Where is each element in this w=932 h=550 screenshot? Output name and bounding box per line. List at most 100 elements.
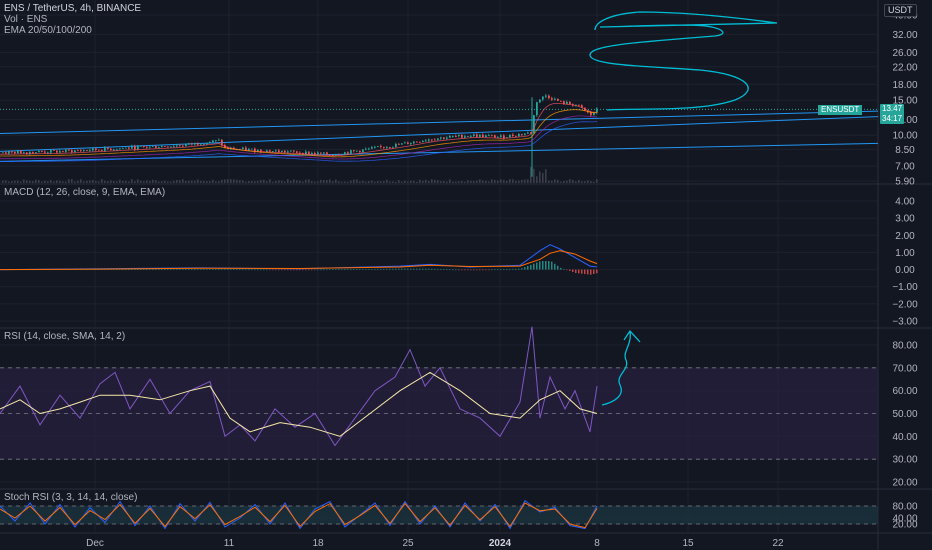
volume-bar xyxy=(203,180,205,183)
candle-body xyxy=(80,150,82,152)
symbol-title: ENS / TetherUS, 4h, BINANCE xyxy=(4,3,142,14)
candle-body xyxy=(131,146,133,149)
candle-body xyxy=(134,146,136,150)
candle-body xyxy=(182,145,184,147)
volume-bar xyxy=(485,180,487,183)
volume-bar xyxy=(554,179,556,183)
macd-histogram-bar xyxy=(428,268,430,270)
volume-bar xyxy=(266,181,268,183)
volume-bar xyxy=(209,181,211,183)
macd-histogram-bar xyxy=(395,268,397,270)
candle-body xyxy=(41,150,43,152)
candle-body xyxy=(104,147,106,151)
candle-body xyxy=(50,150,52,153)
volume-bar xyxy=(38,180,40,183)
macd-histogram-bar xyxy=(242,269,244,271)
volume-bar xyxy=(440,181,442,183)
macd-histogram-bar xyxy=(536,262,538,270)
volume-bar xyxy=(380,181,382,183)
candle-body xyxy=(71,150,73,153)
candle-body xyxy=(554,98,556,100)
macd-histogram-bar xyxy=(422,268,424,270)
macd-histogram-bar xyxy=(308,269,310,271)
candle-body xyxy=(119,148,121,150)
macd-histogram-bar xyxy=(524,267,526,270)
candle-body xyxy=(23,152,25,154)
macd-histogram-bar xyxy=(281,269,283,271)
volume-bar xyxy=(506,180,508,183)
macd-histogram-bar xyxy=(527,266,529,270)
rsi-title: RSI (14, close, SMA, 14, 2) xyxy=(4,331,126,342)
volume-bar xyxy=(47,181,49,183)
chart-canvas[interactable]: Dec 11 18 25 2024 8 15 22 40.00 32.00 26.00 22.00 18… xyxy=(0,0,932,550)
candle-body xyxy=(347,152,349,154)
candle-body xyxy=(269,150,271,152)
volume-bar xyxy=(338,181,340,183)
macd-histogram-bar xyxy=(272,269,274,271)
volume-bar xyxy=(167,181,169,183)
macd-histogram-bar xyxy=(191,269,193,270)
macd-histogram-bar xyxy=(248,269,250,271)
volume-bar xyxy=(164,180,166,183)
candle-body xyxy=(170,146,172,148)
candle-body xyxy=(293,150,295,152)
macd-histogram-bar xyxy=(149,269,151,270)
volume-bar xyxy=(383,181,385,183)
macd-histogram-bar xyxy=(140,269,142,270)
volume-bar xyxy=(401,181,403,183)
candle-body xyxy=(152,146,154,147)
volume-bar xyxy=(71,179,73,183)
volume-bar xyxy=(125,180,127,183)
candle-body xyxy=(218,139,220,141)
candle-body xyxy=(185,144,187,146)
candle-body xyxy=(386,147,388,148)
volume-bar xyxy=(260,179,262,183)
volume-bar xyxy=(350,180,352,183)
volume-bar xyxy=(362,180,364,183)
macd-histogram-bar xyxy=(239,269,241,271)
macd-histogram-bar xyxy=(545,261,547,270)
candle-body xyxy=(488,135,490,137)
volume-bar xyxy=(215,181,217,183)
macd-histogram-bar xyxy=(221,269,223,270)
macd-histogram-bar xyxy=(353,269,355,270)
macd-histogram-bar xyxy=(230,269,232,270)
candle-body xyxy=(515,135,517,137)
macd-histogram-bar xyxy=(350,269,352,270)
macd-histogram-bar xyxy=(320,269,322,271)
price-tick-label: 26.00 xyxy=(892,48,917,59)
volume-bar xyxy=(356,179,358,183)
candle-body xyxy=(242,147,244,150)
macd-histogram-bar xyxy=(164,269,166,270)
candle-body xyxy=(593,112,595,116)
volume-bar xyxy=(557,179,559,183)
candle-body xyxy=(548,95,550,99)
volume-bar xyxy=(389,181,391,183)
candle-body xyxy=(434,139,436,141)
macd-histogram-bar xyxy=(209,269,211,270)
volume-bar xyxy=(431,179,433,183)
macd-histogram-bar xyxy=(512,268,514,270)
macd-histogram-bar xyxy=(404,268,406,270)
candle-body xyxy=(464,136,466,138)
candle-body xyxy=(428,139,430,141)
volume-bar xyxy=(242,180,244,183)
volume-bar xyxy=(536,176,538,183)
currency-button[interactable]: USDT xyxy=(884,4,917,17)
candle-body xyxy=(194,142,196,145)
volume-bar xyxy=(149,180,151,183)
macd-histogram-bar xyxy=(260,269,262,271)
chart-background xyxy=(0,0,932,550)
macd-histogram-bar xyxy=(518,268,520,270)
candle-body xyxy=(206,142,208,145)
candle-body xyxy=(416,141,418,143)
candle-body xyxy=(149,146,151,148)
volume-bar xyxy=(233,179,235,183)
candle-body xyxy=(527,132,529,134)
candle-body xyxy=(77,150,79,152)
rsi-tick-label: 40.00 xyxy=(892,432,917,443)
candle-body xyxy=(590,112,592,116)
macd-histogram-bar xyxy=(455,269,457,271)
candle-body xyxy=(116,149,118,151)
macd-histogram-bar xyxy=(470,269,472,271)
